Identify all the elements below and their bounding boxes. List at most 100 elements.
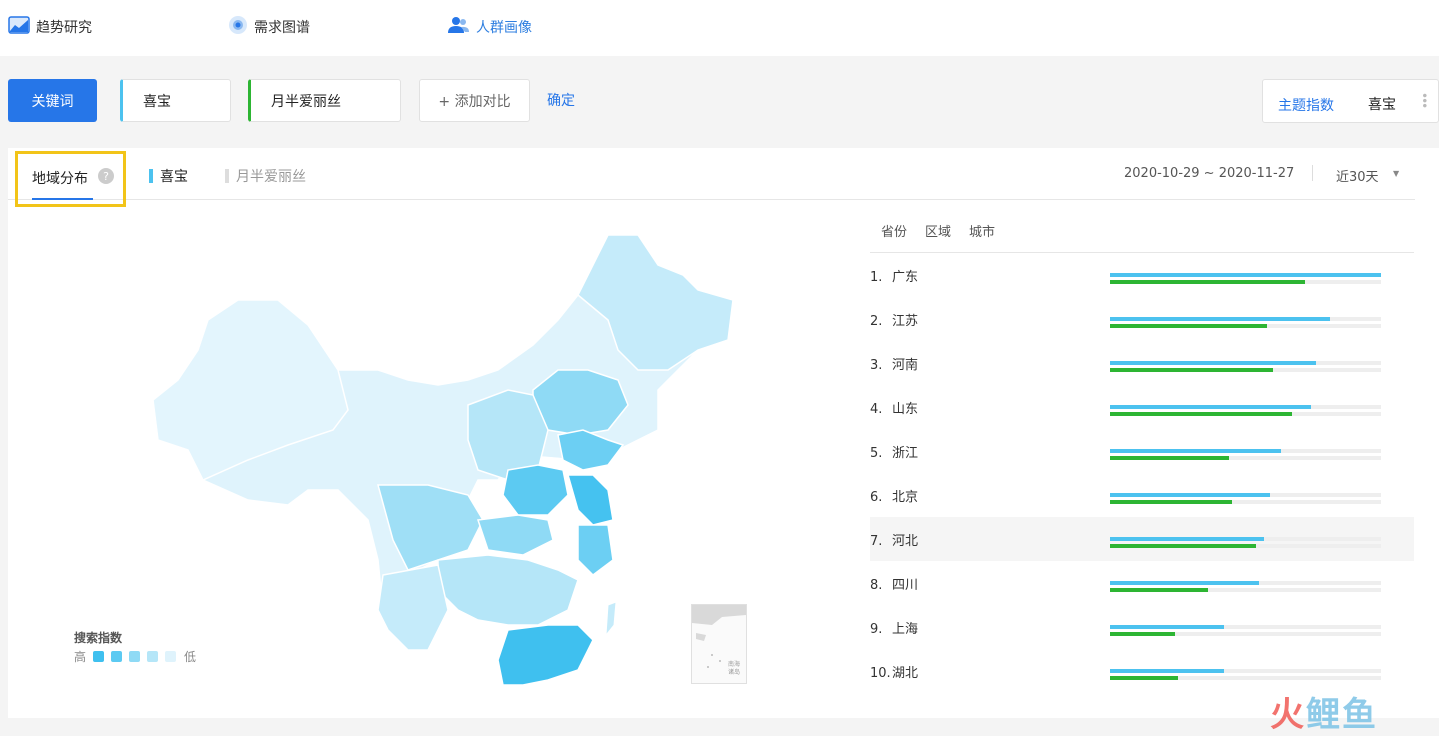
bar-track	[1110, 405, 1381, 409]
bar-keyword-2	[1110, 632, 1176, 636]
tab-region-distribution[interactable]: 地域分布 ?	[15, 151, 126, 207]
bar-track	[1110, 581, 1381, 585]
bar-track	[1110, 361, 1381, 365]
province-name: 5. 浙江	[870, 442, 918, 461]
tab-demand-map[interactable]: 需求图谱	[228, 16, 310, 38]
bar-keyword-2	[1110, 676, 1178, 680]
legend-marker	[225, 169, 229, 183]
map-region-southwest	[377, 564, 449, 651]
ranking-row[interactable]: 2. 江苏	[870, 297, 1414, 341]
keyword-input-2[interactable]: 月半爱丽丝	[248, 79, 401, 122]
bar-keyword-2	[1110, 280, 1306, 284]
province-label: 河北	[892, 534, 919, 549]
bar-track	[1110, 632, 1381, 636]
bar-keyword-1	[1110, 273, 1381, 277]
bar-track	[1110, 273, 1381, 277]
map-region-henan	[502, 464, 569, 516]
users-icon	[448, 16, 470, 38]
bar-keyword-1	[1110, 493, 1270, 497]
more-options-icon[interactable]: •••	[1417, 92, 1431, 107]
province-name: 1. 广东	[870, 266, 918, 285]
legend-keyword-2[interactable]: 月半爱丽丝	[225, 166, 306, 186]
ranking-row[interactable]: 3. 河南	[870, 341, 1414, 385]
tab-trend-research[interactable]: 趋势研究	[8, 16, 92, 38]
bar-keyword-1	[1110, 581, 1260, 585]
map-region-zhejiang	[577, 524, 614, 576]
province-label: 上海	[892, 622, 919, 637]
bar-track	[1110, 669, 1381, 673]
bar-keyword-1	[1110, 361, 1316, 365]
date-range[interactable]: 2020-10-29 ~ 2020-11-27	[1124, 166, 1294, 181]
search-index-scale-title: 搜索指数	[74, 631, 123, 645]
search-index-scale: 高 低	[74, 648, 196, 665]
scale-high-label: 高	[74, 650, 87, 664]
rank-number: 4.	[870, 402, 883, 417]
province-label: 广东	[892, 270, 919, 285]
bar-keyword-2	[1110, 412, 1292, 416]
bar-track	[1110, 280, 1381, 284]
bar-keyword-2	[1110, 368, 1273, 372]
add-compare-button[interactable]: + 添加对比	[419, 79, 530, 122]
rank-number: 5.	[870, 446, 883, 461]
ranking-row[interactable]: 5. 浙江	[870, 429, 1414, 473]
chart-area-icon	[8, 15, 30, 39]
scale-swatch	[111, 651, 123, 662]
active-tab-underline	[32, 198, 93, 200]
keyword-input-1[interactable]: 喜宝	[120, 79, 231, 122]
scale-swatch	[147, 651, 159, 662]
province-name: 9. 上海	[870, 618, 918, 637]
ranking-row[interactable]: 9. 上海	[870, 605, 1414, 649]
province-name: 7. 河北	[870, 530, 918, 549]
confirm-button[interactable]: 确定	[547, 90, 575, 110]
tab-label: 需求图谱	[254, 20, 310, 36]
ranking-row[interactable]: 6. 北京	[870, 473, 1414, 517]
south-china-sea-inset: 南海诸岛	[691, 604, 747, 684]
bar-keyword-1	[1110, 405, 1311, 409]
chevron-down-icon[interactable]: ▼	[1393, 169, 1399, 178]
bar-keyword-2	[1110, 544, 1257, 548]
bar-keyword-1	[1110, 317, 1330, 321]
scale-low-label: 低	[184, 650, 197, 664]
tab-province[interactable]: 省份	[881, 221, 907, 240]
province-label: 江苏	[892, 314, 919, 329]
help-icon[interactable]: ?	[98, 168, 114, 184]
tab-label: 趋势研究	[36, 20, 92, 36]
theme-index-selector[interactable]: 主题指数 喜宝 •••	[1262, 79, 1439, 123]
tab-crowd-portrait[interactable]: 人群画像	[448, 16, 532, 38]
ranking-row[interactable]: 4. 山东	[870, 385, 1414, 429]
province-name: 8. 四川	[870, 574, 918, 593]
bar-track	[1110, 317, 1381, 321]
rank-number: 2.	[870, 314, 883, 329]
bar-keyword-2	[1110, 588, 1208, 592]
rank-number: 1.	[870, 270, 883, 285]
ranking-row[interactable]: 1. 广东	[870, 253, 1414, 297]
rank-number: 3.	[870, 358, 883, 373]
map-region-taiwan	[605, 601, 617, 637]
legend-keyword-1[interactable]: 喜宝	[149, 166, 188, 186]
bar-track	[1110, 412, 1381, 416]
bar-track	[1110, 456, 1381, 460]
bar-keyword-1	[1110, 669, 1224, 673]
bar-keyword-1	[1110, 449, 1281, 453]
bar-track	[1110, 676, 1381, 680]
ranking-row[interactable]: 8. 四川	[870, 561, 1414, 605]
province-label: 四川	[892, 578, 919, 593]
watermark-part-2: 鲤鱼	[1306, 695, 1378, 735]
bar-track	[1110, 625, 1381, 629]
rank-number: 7.	[870, 534, 883, 549]
granularity-tabs: 省份 区域 城市	[881, 221, 995, 240]
period-selector[interactable]: 近30天	[1336, 166, 1379, 185]
tab-label: 人群画像	[476, 20, 532, 36]
province-name: 3. 河南	[870, 354, 918, 373]
province-name: 4. 山东	[870, 398, 918, 417]
top-navigation: 趋势研究 需求图谱 人群画像	[0, 0, 1439, 56]
keyword-type-button[interactable]: 关键词	[8, 79, 97, 122]
ranking-row[interactable]: 7. 河北	[870, 517, 1414, 561]
tab-region[interactable]: 区域	[925, 221, 951, 240]
tab-city[interactable]: 城市	[969, 221, 995, 240]
theme-index-label[interactable]: 主题指数	[1278, 95, 1334, 115]
map-region-hubei	[476, 514, 554, 556]
bar-keyword-1	[1110, 625, 1224, 629]
bar-track	[1110, 544, 1381, 548]
divider	[1312, 165, 1313, 181]
